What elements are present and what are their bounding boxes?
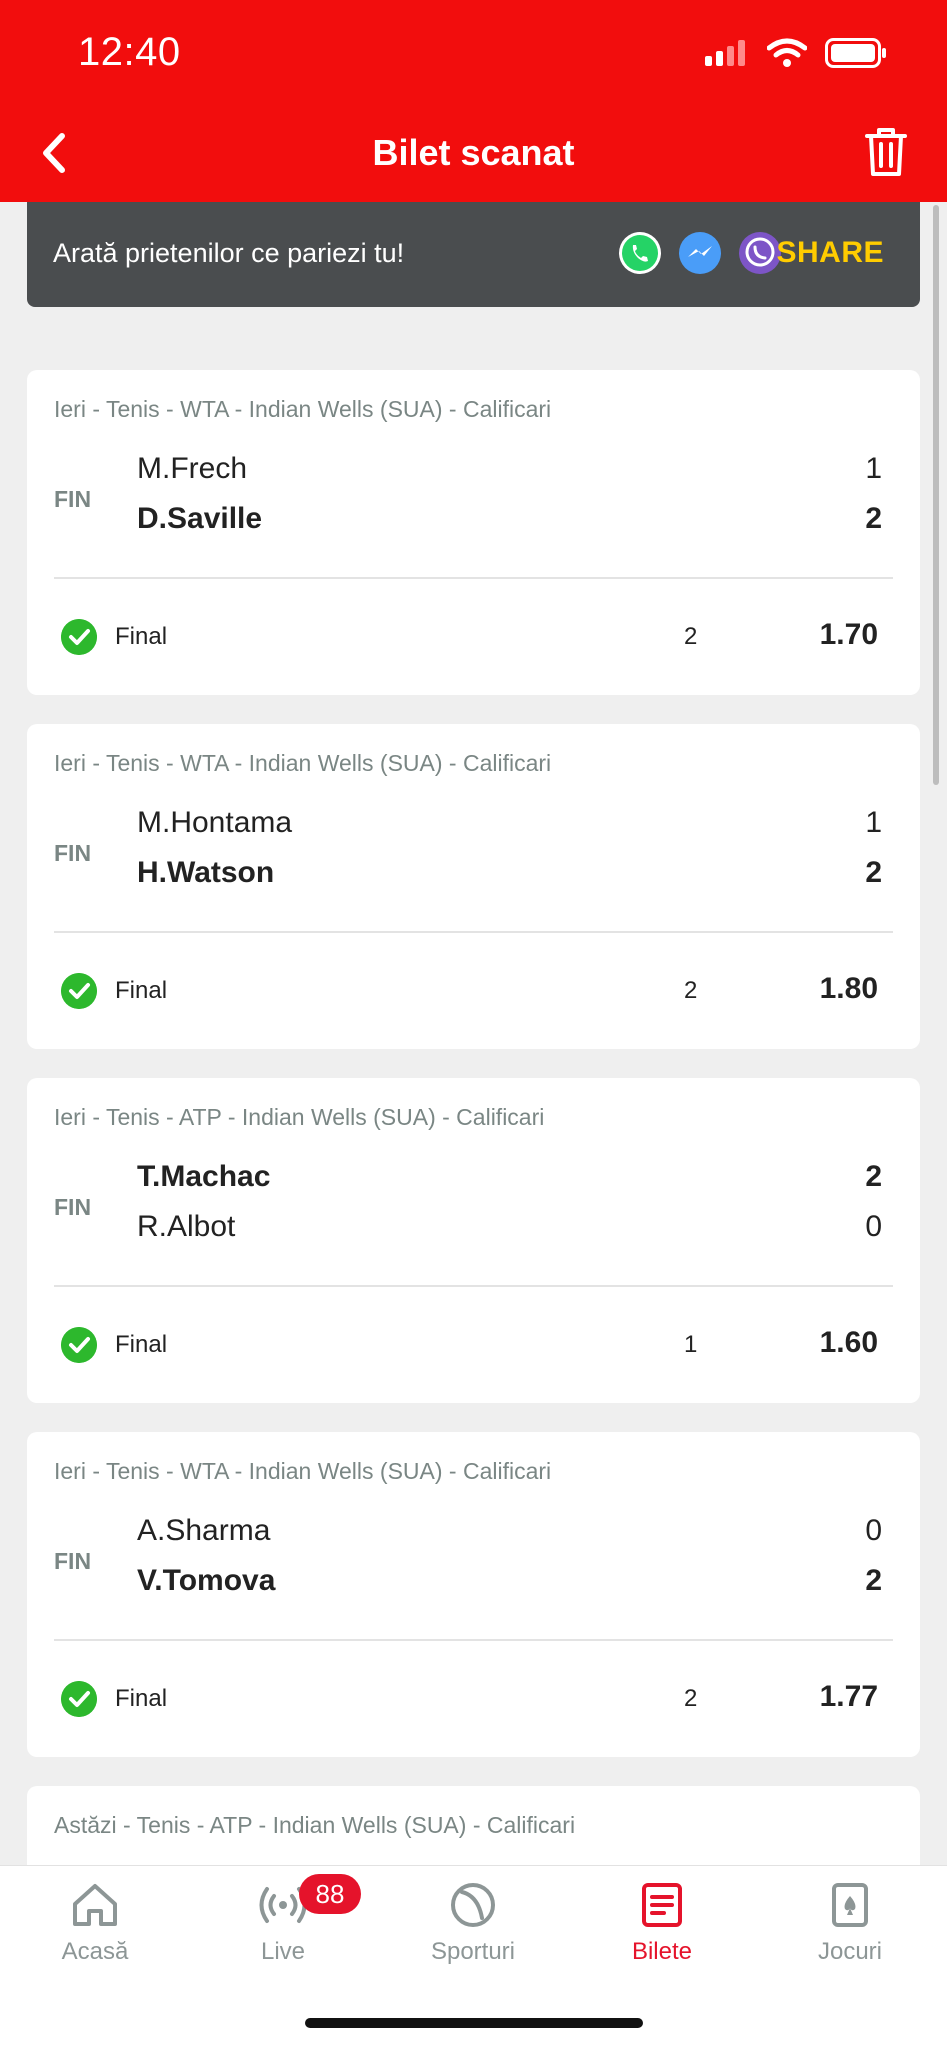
- check-icon: [61, 1681, 97, 1717]
- odds-value: 1.70: [819, 618, 878, 651]
- event-info: Ieri - Tenis - ATP - Indian Wells (SUA) …: [54, 1104, 545, 1130]
- ball-icon: [451, 1883, 495, 1927]
- team-1: M.Hontama: [137, 806, 293, 839]
- score-2: 2: [865, 502, 882, 535]
- nav-sporturi[interactable]: Sporturi: [393, 1880, 553, 1966]
- pick-value: 2: [684, 1685, 698, 1712]
- score-1: 0: [865, 1514, 882, 1547]
- event-info: Ieri - Tenis - WTA - Indian Wells (SUA) …: [54, 396, 552, 422]
- bet-card[interactable]: Astăzi - Tenis - ATP - Indian Wells (SUA…: [27, 1786, 920, 1876]
- team-2: H.Watson: [137, 856, 275, 889]
- team-1: M.Frech: [137, 452, 248, 485]
- ticket-icon: [642, 1883, 682, 1927]
- cards-icon: [832, 1883, 868, 1927]
- share-prompt: Arată prietenilor ce pariezi tu!: [53, 238, 405, 268]
- nav-label: Acasă: [61, 1938, 129, 1965]
- market-label: Final: [115, 977, 168, 1004]
- divider: [54, 577, 893, 579]
- score-1: 1: [865, 452, 882, 485]
- team-1: A.Sharma: [137, 1514, 271, 1547]
- status-time: 12:40: [78, 30, 181, 74]
- trash-icon[interactable]: [861, 124, 911, 180]
- bet-card[interactable]: Ieri - Tenis - WTA - Indian Wells (SUA) …: [27, 724, 920, 1049]
- match-status: FIN: [54, 1194, 92, 1220]
- score-2: 0: [865, 1210, 882, 1243]
- event-info: Ieri - Tenis - WTA - Indian Wells (SUA) …: [54, 1458, 552, 1484]
- whatsapp-icon[interactable]: [617, 230, 663, 276]
- scrollbar[interactable]: [933, 205, 939, 785]
- nav-label: Jocuri: [817, 1938, 883, 1965]
- nav-bilete[interactable]: Bilete: [582, 1880, 742, 1966]
- app-header: 12:40 Bilet scanat: [0, 0, 947, 202]
- divider: [54, 1639, 893, 1641]
- nav-label: Live: [260, 1938, 306, 1965]
- home-indicator: [305, 2018, 643, 2028]
- live-count-badge: 88: [299, 1874, 361, 1914]
- odds-value: 1.77: [819, 1680, 878, 1713]
- divider: [54, 1285, 893, 1287]
- battery-icon: [825, 38, 886, 68]
- status-icons: [705, 38, 887, 68]
- bet-card[interactable]: Ieri - Tenis - WTA - Indian Wells (SUA) …: [27, 1432, 920, 1757]
- score-2: 2: [865, 1564, 882, 1597]
- score-2: 2: [865, 856, 882, 889]
- signal-icon: [705, 40, 745, 66]
- pick-value: 2: [684, 623, 698, 650]
- page-title: Bilet scanat: [372, 132, 575, 173]
- team-2: D.Saville: [137, 502, 263, 535]
- market-label: Final: [115, 1685, 168, 1712]
- match-status: FIN: [54, 1548, 92, 1574]
- check-icon: [61, 619, 97, 655]
- score-1: 1: [865, 806, 882, 839]
- share-icons: [617, 230, 783, 276]
- market-label: Final: [115, 623, 168, 650]
- nav-live[interactable]: Live 88: [203, 1874, 363, 1966]
- wifi-icon: [767, 38, 807, 67]
- match-status: FIN: [54, 486, 92, 512]
- title-bar: Bilet scanat: [0, 118, 947, 188]
- pick-value: 1: [684, 1331, 698, 1358]
- check-icon: [61, 973, 97, 1009]
- odds-value: 1.80: [819, 972, 878, 1005]
- home-icon: [73, 1884, 117, 1926]
- odds-value: 1.60: [819, 1326, 878, 1359]
- team-2: V.Tomova: [137, 1564, 276, 1597]
- bet-card[interactable]: Ieri - Tenis - WTA - Indian Wells (SUA) …: [27, 370, 920, 695]
- share-banner: Arată prietenilor ce pariezi tu! SHARE: [27, 202, 920, 307]
- team-2: R.Albot: [137, 1210, 236, 1243]
- divider: [54, 931, 893, 933]
- nav-jocuri[interactable]: Jocuri: [770, 1880, 930, 1966]
- event-info: Astăzi - Tenis - ATP - Indian Wells (SUA…: [54, 1812, 576, 1838]
- share-button[interactable]: SHARE: [776, 236, 884, 270]
- nav-label: Sporturi: [430, 1938, 516, 1965]
- nav-label: Bilete: [631, 1938, 693, 1965]
- nav-home[interactable]: Acasă: [15, 1880, 175, 1966]
- score-1: 2: [865, 1160, 882, 1193]
- team-1: T.Machac: [137, 1160, 271, 1193]
- messenger-icon[interactable]: [677, 230, 723, 276]
- pick-value: 2: [684, 977, 698, 1004]
- match-status: FIN: [54, 840, 92, 866]
- check-icon: [61, 1327, 97, 1363]
- event-info: Ieri - Tenis - WTA - Indian Wells (SUA) …: [54, 750, 552, 776]
- bet-card[interactable]: Ieri - Tenis - ATP - Indian Wells (SUA) …: [27, 1078, 920, 1403]
- market-label: Final: [115, 1331, 168, 1358]
